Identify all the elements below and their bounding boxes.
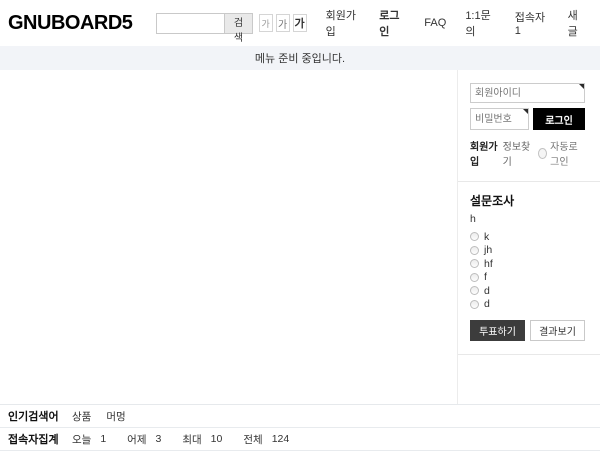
stat-value: 124 [272,433,290,445]
visitor-stats-label: 접속자집계 [8,431,72,447]
stat-total: 전체 124 [243,432,289,447]
auto-login-label: 자동로그인 [550,138,585,168]
nav-qna[interactable]: 1:1문의 [465,7,495,39]
poll-option[interactable]: hf [470,257,585,271]
font-size-controls: 가 가 가 [259,14,307,32]
stat-value: 1 [100,433,106,445]
corner-fold-icon [579,84,584,89]
password-input[interactable] [470,108,529,130]
corner-fold-icon [523,109,528,114]
poll-option[interactable]: f [470,271,585,285]
menu-notice-bar: 메뉴 준비 중입니다. [0,46,600,70]
content-area: 로그인 회원가입 정보찾기 자동로그인 설문조사 h k [0,70,600,405]
search-input[interactable] [156,13,224,34]
nav-connected-users[interactable]: 접속자 1 [515,9,549,37]
poll-question: h [470,213,585,225]
sidebar-divider [458,181,600,182]
nav-login[interactable]: 로그인 [379,7,405,39]
poll-option[interactable]: k [470,230,585,244]
visitor-stats-row: 접속자집계 오늘 1 어제 3 최대 10 전체 124 [0,428,600,451]
popular-keywords-row: 인기검색어 상품 머멍 [0,405,600,428]
poll-option-label: d [484,285,490,297]
stat-yesterday: 어제 3 [127,432,161,447]
radio-icon[interactable] [470,273,479,282]
sidebar: 로그인 회원가입 정보찾기 자동로그인 설문조사 h k [457,70,600,404]
stat-max: 최대 10 [182,432,222,447]
stat-value: 10 [211,433,223,445]
main-empty-area [0,70,457,404]
site-logo[interactable]: GNUBOARD5 [8,12,132,35]
poll-box: 설문조사 h k jh hf f [470,192,585,341]
poll-option[interactable]: jh [470,244,585,258]
poll-option[interactable]: d [470,284,585,298]
login-box: 로그인 회원가입 정보찾기 자동로그인 [470,83,585,168]
font-default-button[interactable]: 가 [276,14,290,32]
stat-name: 최대 [182,432,201,447]
poll-options: k jh hf f d [470,230,585,311]
poll-result-button[interactable]: 결과보기 [530,320,585,341]
search-button[interactable]: 검색 [224,13,252,34]
nav-register[interactable]: 회원가입 [326,7,361,39]
radio-icon[interactable] [470,246,479,255]
poll-title: 설문조사 [470,192,585,209]
auto-login-checkbox-icon[interactable] [538,148,547,159]
radio-icon[interactable] [470,232,479,241]
register-link[interactable]: 회원가입 [470,138,499,168]
nav-new-posts[interactable]: 새글 [568,7,585,39]
stat-name: 오늘 [72,432,91,447]
poll-option-label: f [484,271,487,283]
font-smaller-button[interactable]: 가 [259,14,273,32]
poll-option-label: d [484,298,490,310]
font-larger-button[interactable]: 가 [293,14,307,32]
popular-keywords-label: 인기검색어 [8,408,72,424]
member-id-input[interactable] [470,83,585,103]
sidebar-divider [458,354,600,355]
search-form: 검색 [156,13,252,34]
header: GNUBOARD5 검색 가 가 가 회원가입 로그인 FAQ 1:1문의 접속… [0,0,600,46]
radio-icon[interactable] [470,300,479,309]
radio-icon[interactable] [470,259,479,268]
poll-option-label: k [484,231,489,243]
popular-keyword-link[interactable]: 상품 [72,409,91,424]
vote-button[interactable]: 투표하기 [470,320,525,341]
radio-icon[interactable] [470,286,479,295]
stat-today: 오늘 1 [72,432,106,447]
top-nav: 회원가입 로그인 FAQ 1:1문의 접속자 1 새글 [307,7,585,39]
stat-name: 어제 [127,432,146,447]
notice-message: 메뉴 준비 중입니다. [255,50,345,66]
popular-keyword-link[interactable]: 머멍 [106,409,125,424]
stat-name: 전체 [243,432,262,447]
poll-option-label: hf [484,258,493,270]
stat-value: 3 [156,433,162,445]
poll-option-label: jh [484,244,492,256]
login-button[interactable]: 로그인 [533,108,585,130]
nav-faq[interactable]: FAQ [424,17,446,29]
auto-login-toggle[interactable]: 자동로그인 [538,138,585,168]
poll-option[interactable]: d [470,298,585,312]
find-info-link[interactable]: 정보찾기 [503,138,532,168]
